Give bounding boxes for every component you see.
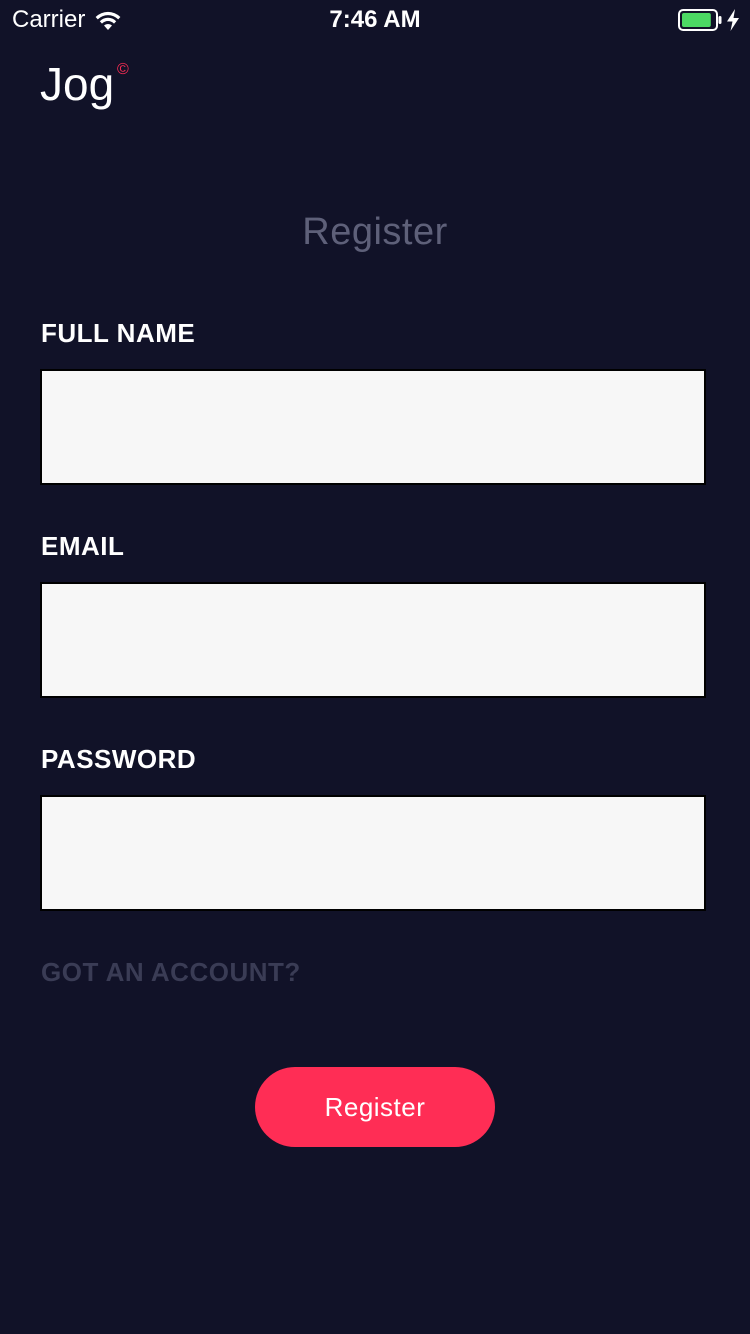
logo-copyright-mark: © (117, 61, 129, 78)
email-input[interactable] (40, 582, 706, 698)
full-name-label: FULL NAME (41, 318, 196, 348)
full-name-input[interactable] (40, 369, 706, 485)
bolt-icon (726, 9, 740, 31)
battery-icon (678, 9, 722, 31)
app-logo: Jog (40, 58, 115, 110)
status-bar: Carrier 7:46 AM (0, 0, 750, 40)
register-button[interactable]: Register (255, 1067, 495, 1147)
password-input[interactable] (40, 795, 706, 911)
password-label: PASSWORD (41, 744, 197, 774)
status-time: 7:46 AM (329, 6, 421, 33)
status-battery (678, 9, 740, 31)
register-screen: Carrier 7:46 AM Jog © Register FULL NAME… (0, 0, 750, 1334)
page-title: Register (302, 211, 448, 253)
got-an-account-link[interactable]: GOT AN ACCOUNT? (41, 956, 301, 988)
email-label: EMAIL (41, 531, 125, 561)
